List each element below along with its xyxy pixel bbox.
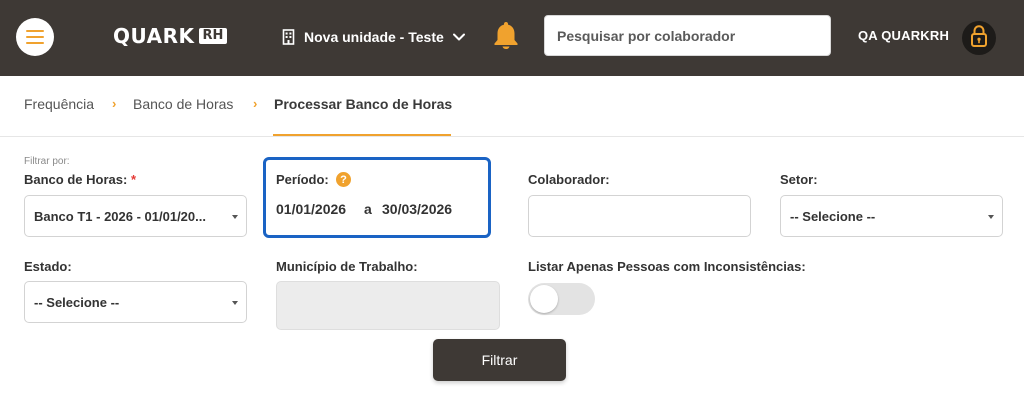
municipio-label: Município de Trabalho: [276,259,418,274]
lock-icon [970,24,988,53]
required-mark: * [130,172,136,187]
setor-select-value: -- Selecione -- [790,208,876,224]
colaborador-input[interactable] [528,195,751,237]
periodo-end: 30/03/2026 [382,201,453,217]
breadcrumb-item-frequencia[interactable]: Frequência [24,96,94,112]
breadcrumb-separator: › [253,96,258,111]
app-logo[interactable]: QUARK RH [113,24,228,48]
search-input[interactable] [544,15,831,56]
unit-name: Nova unidade - Teste [304,29,444,45]
periodo-connector: a [364,201,372,217]
inconsistencias-label: Listar Apenas Pessoas com Inconsistência… [528,259,806,274]
avatar[interactable] [962,21,996,55]
colaborador-label: Colaborador: [528,172,610,187]
breadcrumb-item-banco-de-horas[interactable]: Banco de Horas [133,96,233,112]
estado-label: Estado: [24,259,72,274]
unit-selector[interactable]: Nova unidade - Teste [282,26,465,48]
setor-select[interactable]: -- Selecione -- [780,195,1003,237]
breadcrumb-separator: › [112,96,117,111]
help-icon[interactable]: ? [336,172,351,187]
top-bar: QUARK RH Nova unidade - Teste QA QUARKRH [0,0,1024,76]
breadcrumb: Frequência › Banco de Horas › Processar … [0,76,1024,137]
setor-label: Setor: [780,172,818,187]
menu-button[interactable] [16,18,54,56]
municipio-input [276,281,500,330]
banco-label-text: Banco de Horas: [24,172,128,187]
inconsistencias-toggle[interactable] [528,283,595,315]
user-name[interactable]: QA QUARKRH [858,28,949,43]
banco-label: Banco de Horas: * [24,172,136,187]
logo-text: QUARK [113,24,195,48]
bell-icon[interactable] [493,20,519,50]
banco-select-value: Banco T1 - 2026 - 01/01/20... [34,208,206,224]
estado-select-value: -- Selecione -- [34,294,120,310]
periodo-highlight [263,157,491,238]
breadcrumb-item-processar: Processar Banco de Horas [274,96,453,112]
building-icon [282,29,295,45]
caret-down-icon [232,215,238,219]
chevron-down-icon [452,33,465,41]
periodo-start: 01/01/2026 [276,201,347,217]
logo-badge: RH [198,28,228,44]
menu-icon [26,30,44,44]
toggle-knob [530,285,558,313]
periodo-label: Período: [276,172,329,187]
estado-select[interactable]: -- Selecione -- [24,281,247,323]
filter-by-caption: Filtrar por: [24,156,70,167]
filtrar-button[interactable]: Filtrar [433,339,566,381]
active-crumb-underline [273,134,451,136]
banco-select[interactable]: Banco T1 - 2026 - 01/01/20... [24,195,247,237]
caret-down-icon [988,215,994,219]
caret-down-icon [232,301,238,305]
